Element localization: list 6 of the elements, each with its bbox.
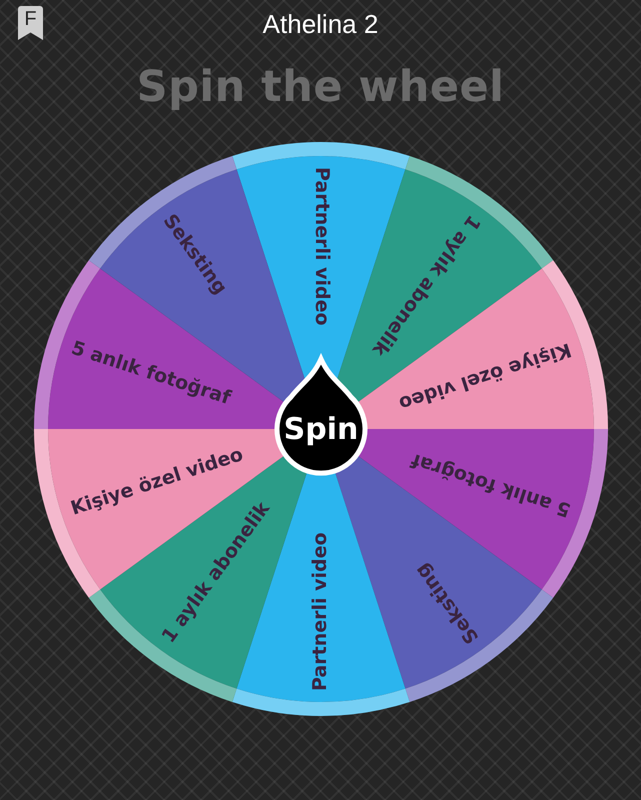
window-title: Athelina 2 (262, 8, 378, 40)
segment-label: Partnerli video (308, 532, 331, 691)
bookmark-logo[interactable]: F (18, 6, 43, 40)
segment-label: Kişiye özel video (68, 443, 246, 520)
page-heading: Spin the wheel (136, 62, 506, 112)
segment-label: Partnerli video (310, 167, 332, 326)
